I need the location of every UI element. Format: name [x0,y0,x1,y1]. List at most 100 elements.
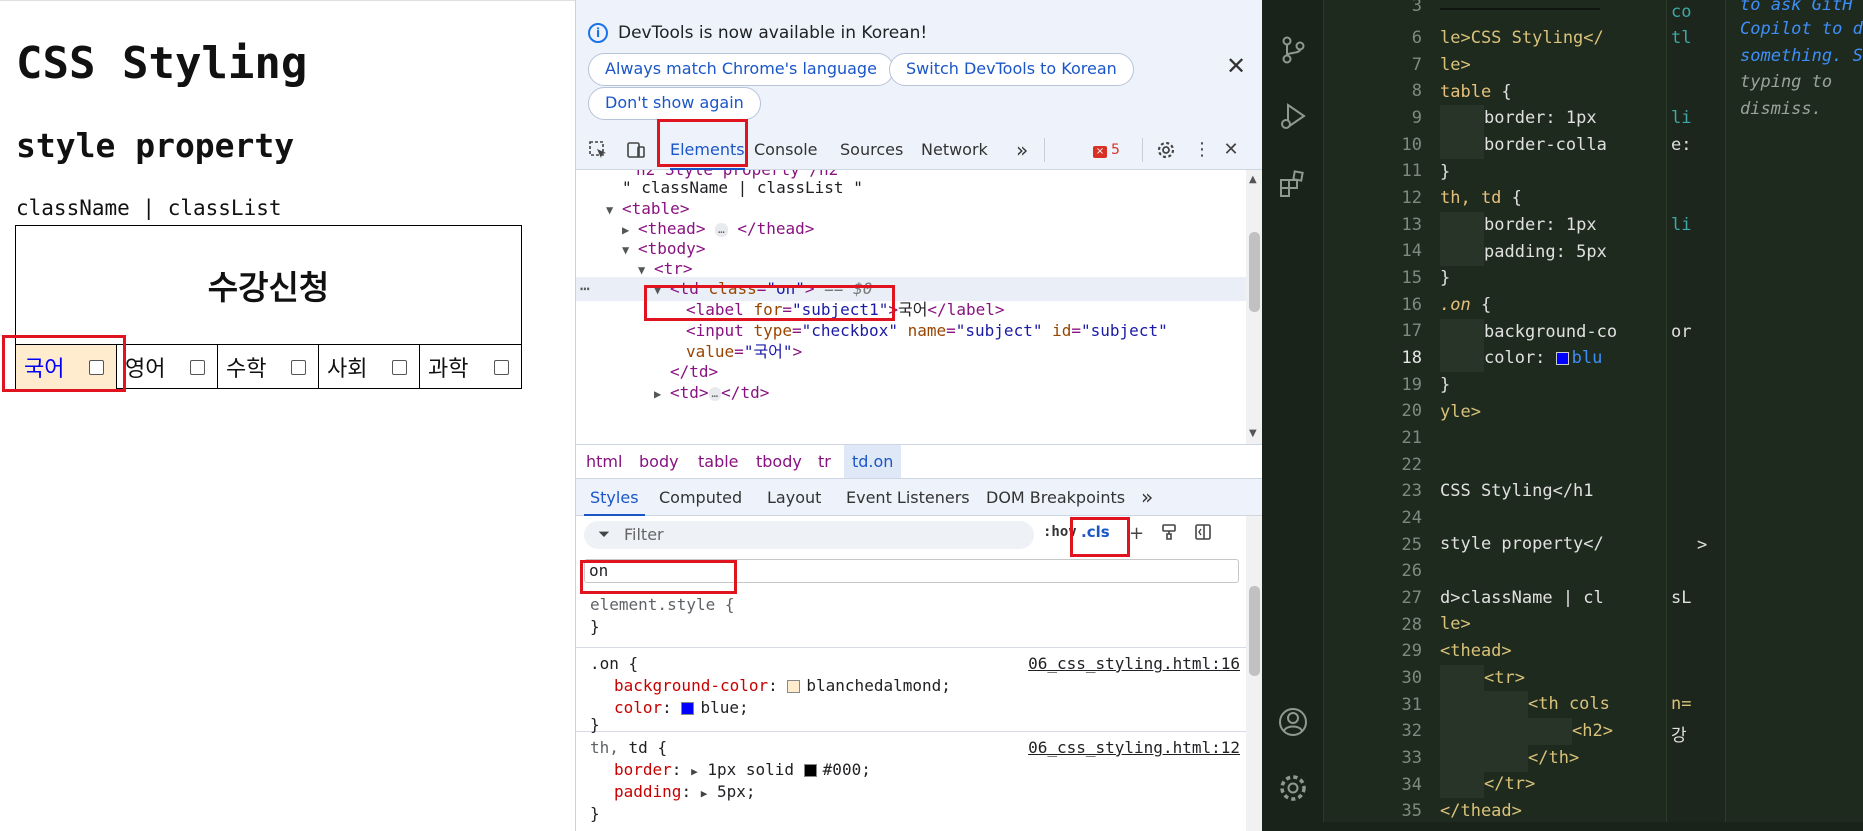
info-icon: i [588,23,608,43]
settings-gear-icon[interactable] [1156,140,1176,160]
dom-tree-scrollbar[interactable]: ▲ ▼ [1246,170,1262,444]
code-line-13: border: 1px [1440,212,1617,239]
page-subheading: style property [16,126,295,165]
tab-network[interactable]: Network [921,130,988,170]
code-line-29: <thead> [1440,641,1512,661]
line-number: 7 [1411,55,1422,75]
subject-label[interactable]: 과학 [428,351,468,383]
rule-on: .on { 06_css_styling.html:16 background-… [576,648,1246,734]
scroll-thumb[interactable] [1249,232,1260,312]
switch-to-korean-button[interactable]: Switch DevTools to Korean [889,53,1134,86]
code-editor[interactable]: le>CSS Styling</ le> table { border: 1px… [1436,0,1666,831]
scroll-thumb[interactable] [1249,586,1260,676]
more-sub-tabs-icon[interactable]: » [1141,479,1153,516]
code-line-18: color: blu [1440,345,1602,372]
class-toggle-button[interactable]: .cls [1081,523,1110,541]
copilot-hint-line: dismiss. [1740,99,1822,119]
subject-checkbox[interactable] [494,359,509,375]
tab-event-listeners[interactable]: Event Listeners [846,479,970,516]
scroll-down-icon[interactable]: ▼ [1249,428,1257,439]
code-line-10: border-colla [1440,132,1607,159]
code-line-35: </thead> [1440,801,1522,821]
line-number: 30 [1401,668,1422,688]
rule-close-brace: } [590,617,600,636]
close-banner-icon[interactable]: ✕ [1226,52,1246,80]
subject-label[interactable]: 영어 [125,351,165,383]
tab-styles[interactable]: Styles [584,479,645,516]
tab-console[interactable]: Console [754,130,818,170]
element-style-selector[interactable]: element.style { [590,594,735,616]
code-line-30: <tr> [1440,665,1525,692]
more-tabs-icon[interactable]: » [1016,130,1028,170]
dont-show-again-button[interactable]: Don't show again [588,87,761,120]
inspect-element-icon[interactable] [588,140,608,160]
manage-gear-icon[interactable] [1277,772,1309,804]
breadcrumb-table[interactable]: table [698,445,739,478]
hover-state-toggle[interactable]: :hov [1043,524,1077,540]
styles-scrollbar[interactable] [1246,516,1262,831]
on-source-link[interactable]: 06_css_styling.html:16 [1028,653,1240,675]
breadcrumb-tbody[interactable]: tbody [756,445,802,478]
line-number: 28 [1401,615,1422,635]
on-color-declaration[interactable]: color: blue; [614,697,749,719]
line-number: 31 [1401,695,1422,715]
breadcrumb-td-on[interactable]: td.on [844,445,902,478]
line-number: 19 [1401,375,1422,395]
sidebar-toggle-icon[interactable] [1194,523,1212,546]
close-devtools-icon[interactable]: ✕ [1221,140,1241,160]
page-top-border [0,0,575,4]
line-number: 25 [1401,535,1422,555]
subject-checkbox[interactable] [291,359,306,375]
source-control-icon[interactable] [1277,34,1309,66]
split-editor-peek: co tl li e: li or > sL n= 강 [1666,0,1726,831]
rule-close-brace: } [590,804,600,823]
extensions-icon[interactable] [1277,168,1309,200]
on-selector[interactable]: .on { [590,653,638,675]
expand-triangle-icon[interactable]: ▶ [701,787,708,800]
run-debug-icon[interactable] [1277,100,1309,132]
th-td-border-declaration[interactable]: border: ▶ 1px solid #000; [614,759,871,781]
code-line-6: le>CSS Styling</ [1440,28,1604,48]
color-swatch[interactable] [803,764,817,777]
tab-elements[interactable]: Elements [670,130,745,170]
subject-checkbox[interactable] [89,359,104,375]
styles-filter-input[interactable]: ⏷ Filter [584,521,1034,549]
subject-label[interactable]: 수학 [226,351,266,383]
scroll-up-icon[interactable]: ▲ [1249,174,1257,185]
tab-dom-breakpoints[interactable]: DOM Breakpoints [986,479,1125,516]
page-paragraph: className | classList [16,196,282,220]
peek-text: li [1671,215,1692,235]
accounts-icon[interactable] [1277,706,1309,738]
breadcrumb-tr[interactable]: tr [818,445,831,478]
th-td-selector[interactable]: th, td { [590,737,667,759]
subject-checkbox[interactable] [392,359,407,375]
tab-layout[interactable]: Layout [767,479,821,516]
expand-triangle-icon[interactable]: ▶ [691,765,698,778]
color-swatch[interactable] [787,680,801,693]
more-options-icon[interactable]: ⋮ [1192,140,1212,160]
match-language-button[interactable]: Always match Chrome's language [588,53,894,86]
on-bg-declaration[interactable]: background-color: blanchedalmond; [614,675,951,697]
subject-cell-social: 사회 [319,345,420,389]
line-number-current: 18 [1401,348,1422,368]
tab-sources[interactable]: Sources [840,130,903,170]
device-toolbar-icon[interactable] [626,140,646,160]
breadcrumb-html[interactable]: html [586,445,622,478]
subject-checkbox[interactable] [190,359,205,375]
th-td-padding-declaration[interactable]: padding: ▶ 5px; [614,781,756,803]
subject-label[interactable]: 사회 [327,351,367,383]
add-class-input[interactable]: on [584,559,1239,583]
color-swatch[interactable] [1555,351,1569,365]
tab-computed[interactable]: Computed [659,479,742,516]
line-number: 11 [1401,161,1422,181]
breadcrumb-body[interactable]: body [639,445,679,478]
error-badge[interactable]: × 5 [1093,142,1120,158]
th-td-source-link[interactable]: 06_css_styling.html:12 [1028,737,1240,759]
paint-icon[interactable] [1160,523,1178,546]
new-rule-plus-icon[interactable]: + [1129,523,1144,544]
dom-line-td-next[interactable]: ▶ <td>… </td> [654,381,769,405]
peek-text: sL [1671,588,1692,608]
rendered-page: CSS Styling style property className | c… [0,0,575,831]
color-swatch[interactable] [681,702,695,715]
subject-label[interactable]: 국어 [24,351,64,383]
